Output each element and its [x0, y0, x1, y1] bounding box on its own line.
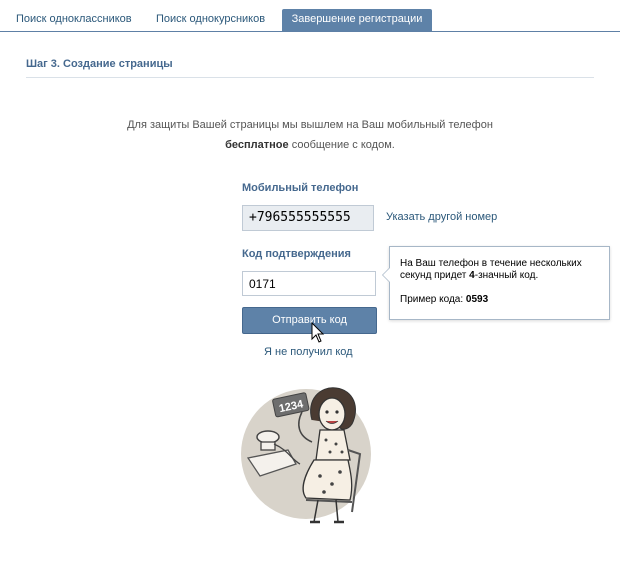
code-tooltip: На Ваш телефон в течение нескольких секу…: [382, 246, 610, 320]
info-line-2: бесплатное сообщение с кодом.: [26, 135, 594, 155]
tooltip-text: На Ваш телефон в течение нескольких секу…: [400, 258, 582, 281]
not-received-link[interactable]: Я не получил код: [264, 346, 353, 358]
change-phone-link[interactable]: Указать другой номер: [386, 211, 497, 223]
code-label: Код подтверждения: [242, 248, 351, 260]
divider: [26, 77, 594, 78]
tab-classmates-search[interactable]: Поиск одноклассников: [8, 9, 140, 30]
tab-registration-finish[interactable]: Завершение регистрации: [282, 9, 432, 31]
info-line-1: Для защиты Вашей страницы мы вышлем на В…: [127, 119, 493, 131]
tooltip-example: Пример кода: 0593: [400, 294, 489, 305]
step-title: Шаг 3. Создание страницы: [26, 58, 173, 70]
info-text: Для защиты Вашей страницы мы вышлем на В…: [26, 115, 594, 155]
mouse-cursor-icon: [311, 322, 325, 343]
phone-label: Мобильный телефон: [242, 182, 359, 194]
sms-girl-illustration-icon: 1234: [241, 387, 371, 524]
send-code-button[interactable]: Отправить код: [242, 307, 377, 334]
info-line-2-rest: сообщение с кодом.: [288, 139, 395, 151]
info-bold-word: бесплатное: [225, 139, 289, 151]
code-input[interactable]: [242, 271, 376, 296]
phone-field: +796555555555: [242, 205, 374, 231]
tab-bar: Поиск одноклассников Поиск однокурсников…: [0, 0, 620, 32]
tab-coursemates-search[interactable]: Поиск однокурсников: [148, 9, 273, 30]
